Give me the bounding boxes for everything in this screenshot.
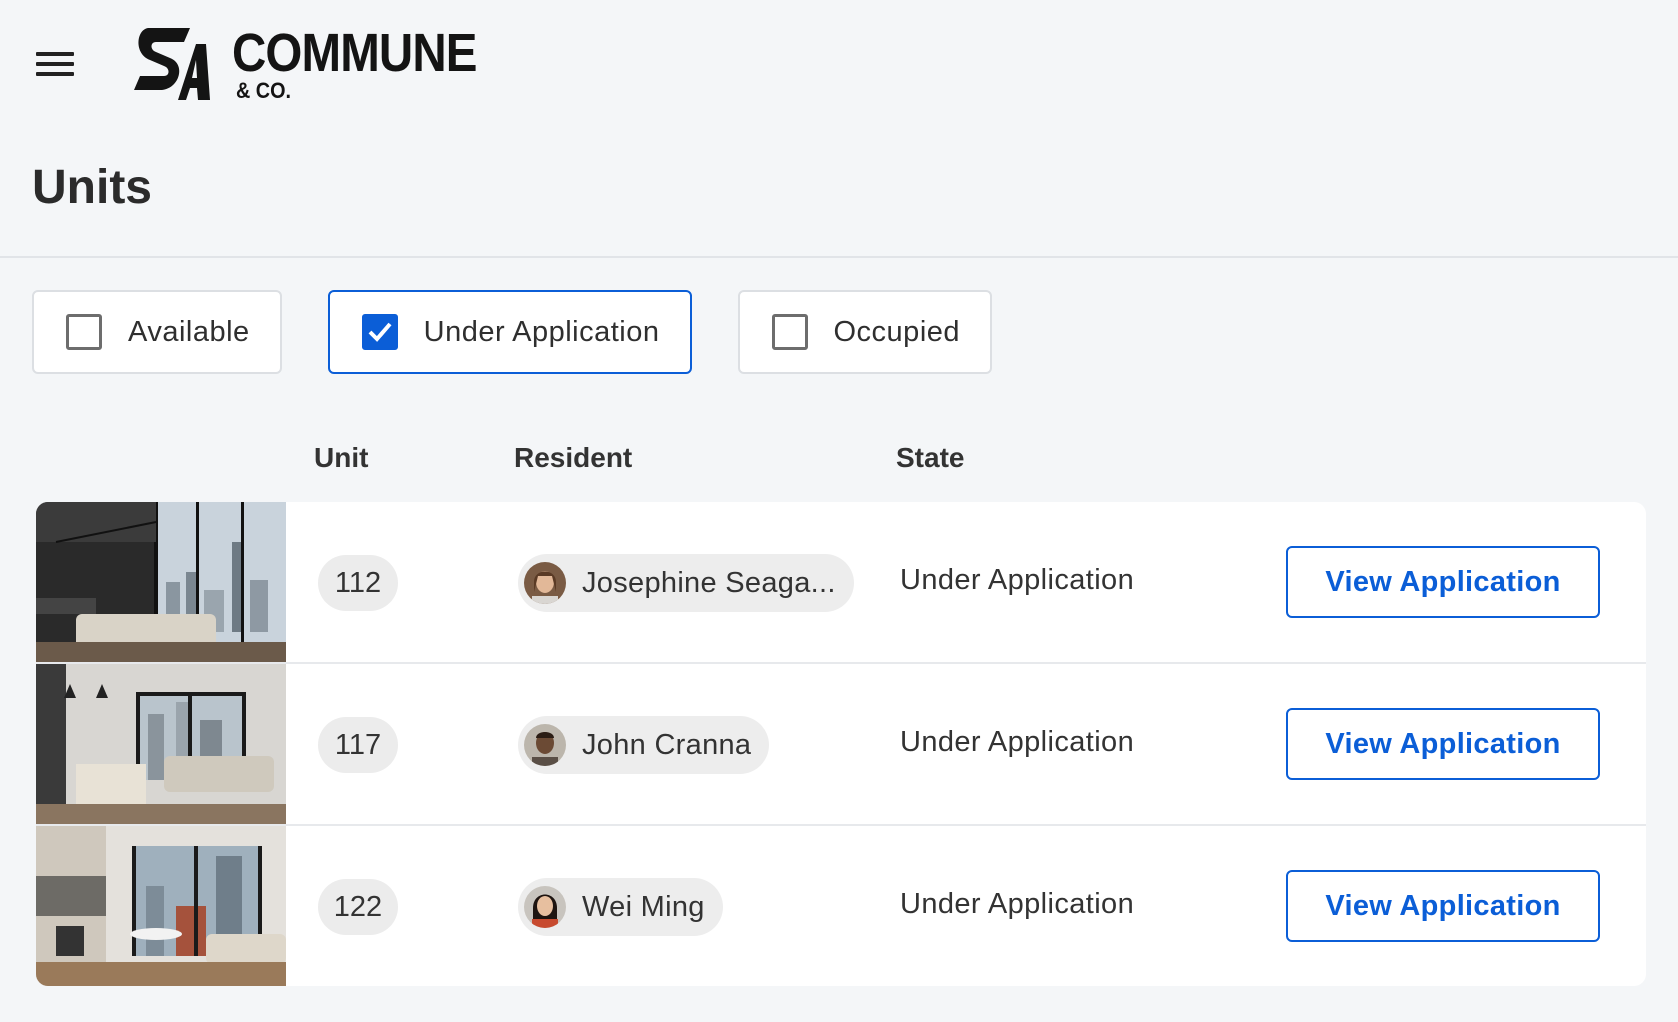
- header-divider: [0, 256, 1678, 258]
- resident-name: Wei Ming: [582, 890, 705, 923]
- unit-photo: [36, 664, 286, 824]
- resident-chip[interactable]: Josephine Seaga...: [518, 554, 854, 612]
- unit-number: 117: [318, 717, 398, 773]
- brand-logo[interactable]: COMMUNE & CO.: [130, 24, 510, 106]
- resident-avatar: [524, 886, 566, 928]
- occupied-checkbox[interactable]: [771, 314, 808, 350]
- logo-mark-icon: [134, 28, 210, 100]
- unit-state: Under Application: [900, 888, 1135, 920]
- available-checkbox[interactable]: [66, 314, 102, 350]
- filter-label: Under Application: [423, 315, 660, 348]
- filter-label: Available: [128, 315, 250, 348]
- view-application-button[interactable]: View Application: [1286, 546, 1600, 618]
- column-header-unit: Unit: [314, 442, 369, 473]
- page-title: Units: [32, 161, 152, 214]
- view-application-button[interactable]: View Application: [1286, 708, 1600, 780]
- filter-available[interactable]: Available: [32, 290, 282, 374]
- resident-chip[interactable]: Wei Ming: [518, 878, 723, 936]
- table-row[interactable]: 117 John Cranna Under Application View A…: [36, 664, 1646, 826]
- units-table: 112 Josephine Seaga... Under Application…: [36, 502, 1646, 986]
- view-application-button[interactable]: View Application: [1286, 870, 1600, 942]
- column-header-resident: Resident: [514, 442, 633, 473]
- checkmark-icon: [368, 322, 392, 342]
- filter-under-application[interactable]: Under Application: [327, 290, 692, 374]
- table-row[interactable]: 122 Wei Ming Under Application View Appl…: [36, 826, 1646, 986]
- unit-photo: [36, 826, 286, 986]
- unit-photo: [36, 502, 286, 662]
- state-filters: Available Under Application Occupied: [32, 290, 1038, 374]
- unit-state: Under Application: [900, 726, 1135, 758]
- resident-chip[interactable]: John Cranna: [518, 716, 770, 774]
- filter-occupied[interactable]: Occupied: [737, 290, 993, 374]
- unit-number: 122: [318, 879, 398, 935]
- brand-sub: & CO.: [236, 78, 292, 103]
- under-application-checkbox[interactable]: [361, 314, 398, 350]
- page: COMMUNE & CO. Units Available Under Appl…: [0, 0, 1678, 1022]
- column-header-state: State: [896, 442, 965, 473]
- unit-state: Under Application: [900, 564, 1135, 596]
- resident-avatar: [524, 562, 566, 604]
- table-row[interactable]: 112 Josephine Seaga... Under Application…: [36, 502, 1646, 664]
- resident-name: John Cranna: [582, 728, 752, 761]
- app-header: COMMUNE & CO.: [0, 0, 1678, 130]
- hamburger-menu-icon[interactable]: [36, 50, 76, 80]
- resident-name: Josephine Seaga...: [582, 566, 836, 599]
- resident-avatar: [524, 724, 566, 766]
- filter-label: Occupied: [833, 315, 961, 348]
- brand-name: COMMUNE: [232, 23, 478, 83]
- unit-number: 112: [318, 555, 398, 611]
